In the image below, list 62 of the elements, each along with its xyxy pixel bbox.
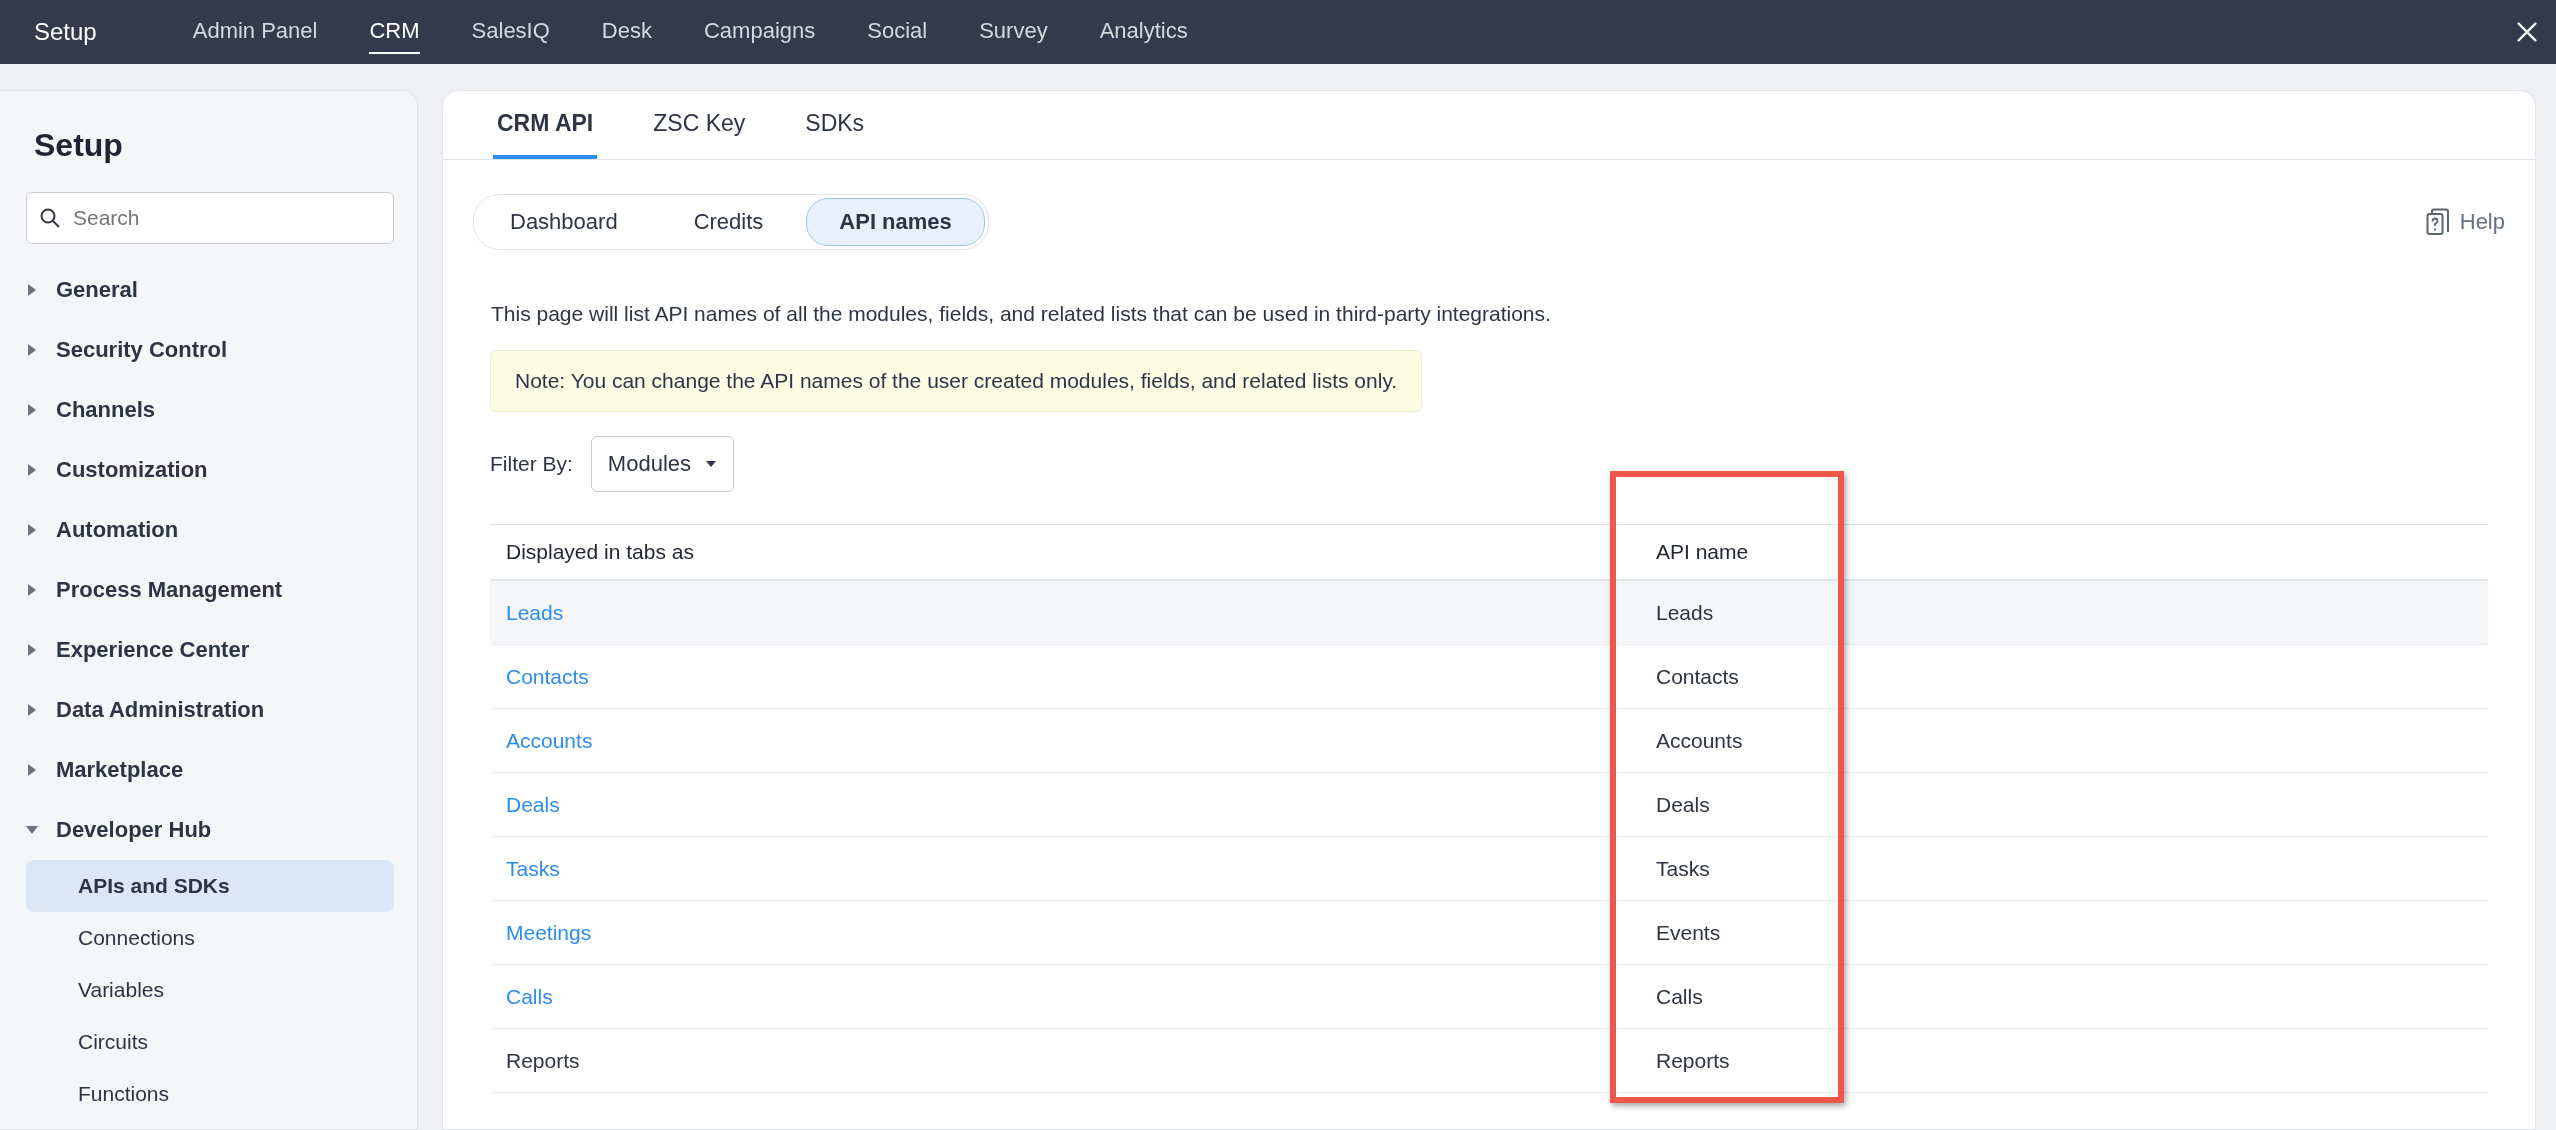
caret-down-icon — [705, 460, 717, 468]
sidebar-subitem[interactable]: Functions — [26, 1068, 394, 1120]
app-tab[interactable]: Analytics — [1099, 10, 1188, 54]
sidebar-title: Setup — [34, 127, 124, 164]
tab[interactable]: CRM API — [493, 91, 598, 159]
help-link[interactable]: Help — [2425, 208, 2505, 236]
table-cell: Events — [1656, 920, 1721, 944]
app-tab[interactable]: Campaigns — [703, 10, 816, 54]
app-tab[interactable]: Desk — [601, 10, 652, 54]
sidebar-item[interactable]: Developer Hub — [26, 800, 401, 860]
app-title: Setup — [34, 18, 97, 46]
note-banner: Note: You can change the API names of the user created modules, fields, and related lists only. — [490, 350, 1423, 412]
caret-right-icon[interactable] — [26, 644, 38, 656]
column-header: API name — [1655, 540, 1750, 564]
sidebar-item[interactable]: Automation — [26, 500, 401, 560]
segment-tab[interactable]: Dashboard — [477, 198, 651, 246]
help-icon — [2425, 208, 2450, 236]
filter-dropdown[interactable]: Modules — [590, 436, 734, 492]
sidebar-item[interactable]: Customization — [26, 440, 401, 500]
column-header: Displayed in tabs as — [505, 540, 695, 564]
caret-right-icon[interactable] — [26, 404, 38, 416]
caret-right-icon[interactable] — [26, 344, 38, 356]
table-cell: Reports — [1656, 1048, 1730, 1072]
filter-label: Filter By: — [490, 452, 573, 476]
sidebar-subitem[interactable]: Circuits — [26, 1016, 394, 1068]
app-tab[interactable]: Admin Panel — [192, 10, 318, 54]
sidebar-item[interactable]: Process Management — [26, 560, 401, 620]
table-cell: Contacts — [1656, 664, 1739, 688]
table-cell: Reports — [506, 1048, 580, 1072]
module-link[interactable]: Contacts — [506, 664, 589, 688]
caret-down-icon[interactable] — [26, 824, 38, 836]
table-cell: Accounts — [1656, 728, 1743, 752]
caret-right-icon[interactable] — [26, 584, 38, 596]
sidebar-subitem[interactable]: Variables — [26, 964, 394, 1016]
sidebar-item[interactable]: Marketplace — [26, 740, 401, 800]
caret-right-icon[interactable] — [26, 764, 38, 776]
segment-tab[interactable]: API names — [806, 198, 985, 246]
table-cell: Calls — [1656, 984, 1703, 1008]
close-icon[interactable] — [2516, 21, 2538, 43]
caret-right-icon[interactable] — [26, 464, 38, 476]
tab[interactable]: ZSC Key — [649, 91, 750, 159]
sidebar-subitem[interactable]: Connections — [26, 912, 394, 964]
sidebar-item[interactable]: Channels — [26, 380, 401, 440]
sidebar-item[interactable]: General — [26, 260, 401, 320]
sidebar-item[interactable]: Data Administration — [26, 680, 401, 740]
segment-tab[interactable]: Credits — [660, 198, 797, 246]
table-cell: Deals — [1656, 792, 1710, 816]
caret-right-icon[interactable] — [26, 524, 38, 536]
description-text: This page will list API names of all the modules, fields, and related lists that can be used in third-party integrations. — [491, 302, 1552, 326]
app-tab[interactable]: Survey — [979, 10, 1048, 54]
search-field[interactable]: Search — [26, 192, 394, 244]
table-cell: Leads — [1656, 600, 1714, 624]
caret-right-icon[interactable] — [26, 704, 38, 716]
tab[interactable]: SDKs — [801, 91, 869, 159]
caret-right-icon[interactable] — [26, 284, 38, 296]
app-tab[interactable]: SalesIQ — [471, 10, 550, 54]
sidebar-item[interactable]: Experience Center — [26, 620, 401, 680]
app-tab[interactable]: Social — [867, 10, 928, 54]
sidebar-subitem[interactable]: APIs and SDKs — [26, 860, 394, 912]
app-tab[interactable]: CRM — [369, 10, 420, 54]
table-cell: Tasks — [1656, 856, 1710, 880]
sidebar-item[interactable]: Security Control — [26, 320, 401, 380]
